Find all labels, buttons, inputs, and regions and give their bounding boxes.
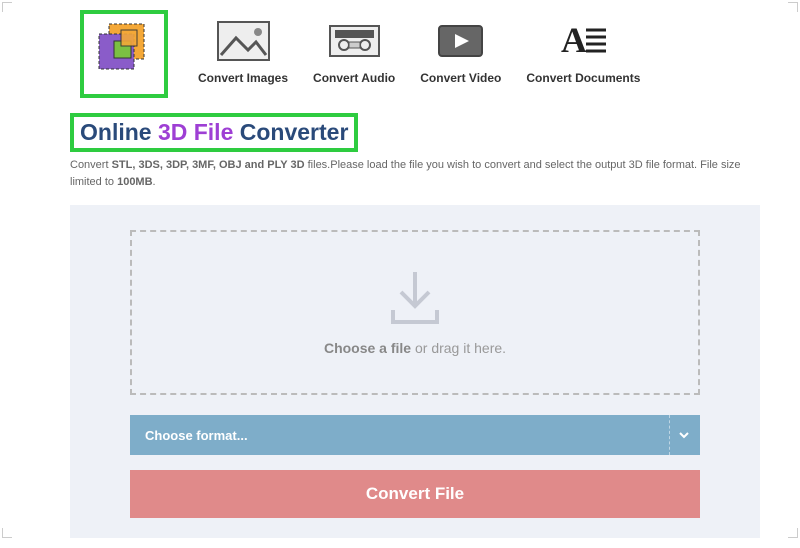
convert-button[interactable]: Convert File (130, 470, 700, 518)
nav-label: Convert Video (420, 71, 501, 85)
image-icon (216, 18, 271, 63)
convert-button-label: Convert File (366, 484, 464, 504)
cassette-icon (327, 18, 382, 63)
format-placeholder: Choose format... (145, 428, 248, 443)
upload-panel: Choose a file or drag it here. Choose fo… (70, 205, 760, 538)
video-icon (433, 18, 488, 63)
dropzone-label: Choose a file or drag it here. (324, 340, 506, 356)
chevron-down-icon (678, 429, 690, 441)
logo-3d[interactable] (80, 10, 168, 98)
nav-label: Convert Documents (526, 71, 640, 85)
nav-label: Convert Audio (313, 71, 395, 85)
nav-convert-images[interactable]: Convert Images (198, 18, 288, 85)
document-icon: A (556, 18, 611, 63)
download-icon (385, 270, 445, 325)
nav-convert-video[interactable]: Convert Video (420, 18, 501, 85)
page-title: Online 3D File Converter (80, 119, 348, 146)
page-title-highlight: Online 3D File Converter (70, 113, 358, 152)
nav-convert-documents[interactable]: A Convert Documents (526, 18, 640, 85)
file-dropzone[interactable]: Choose a file or drag it here. (130, 230, 700, 395)
nav-convert-audio[interactable]: Convert Audio (313, 18, 395, 85)
nav-label: Convert Images (198, 71, 288, 85)
svg-text:A: A (561, 20, 587, 60)
format-select[interactable]: Choose format... (130, 415, 700, 455)
description-text: Convert STL, 3DS, 3DP, 3MF, OBJ and PLY … (70, 157, 770, 190)
